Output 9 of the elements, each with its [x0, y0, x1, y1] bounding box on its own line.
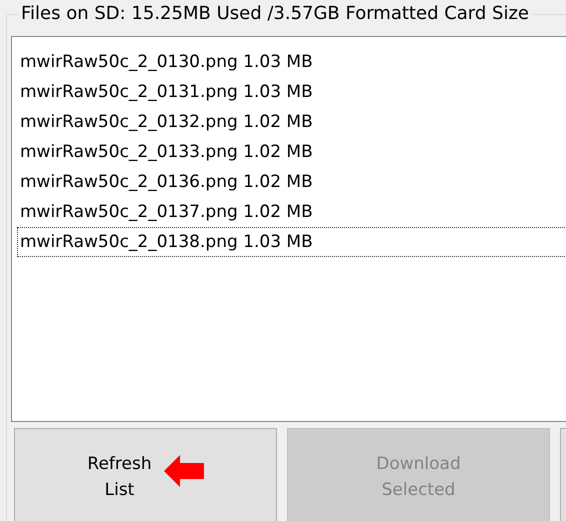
file-item[interactable]: mwirRaw50c_2_0133.png 1.02 MB	[17, 137, 566, 167]
file-list[interactable]	[11, 36, 566, 422]
file-item[interactable]: mwirRaw50c_2_0132.png 1.02 MB	[17, 107, 566, 137]
file-item[interactable]: mwirRaw50c_2_0130.png 1.03 MB	[17, 47, 566, 77]
file-item[interactable]: mwirRaw50c_2_0131.png 1.03 MB	[17, 77, 566, 107]
file-item[interactable]: mwirRaw50c_2_0136.png 1.02 MB	[17, 167, 566, 197]
file-item[interactable]: mwirRaw50c_2_0138.png 1.03 MB	[17, 227, 566, 257]
refresh-button[interactable]: Refresh List	[14, 428, 277, 521]
file-item[interactable]: mwirRaw50c_2_0137.png 1.02 MB	[17, 197, 566, 227]
